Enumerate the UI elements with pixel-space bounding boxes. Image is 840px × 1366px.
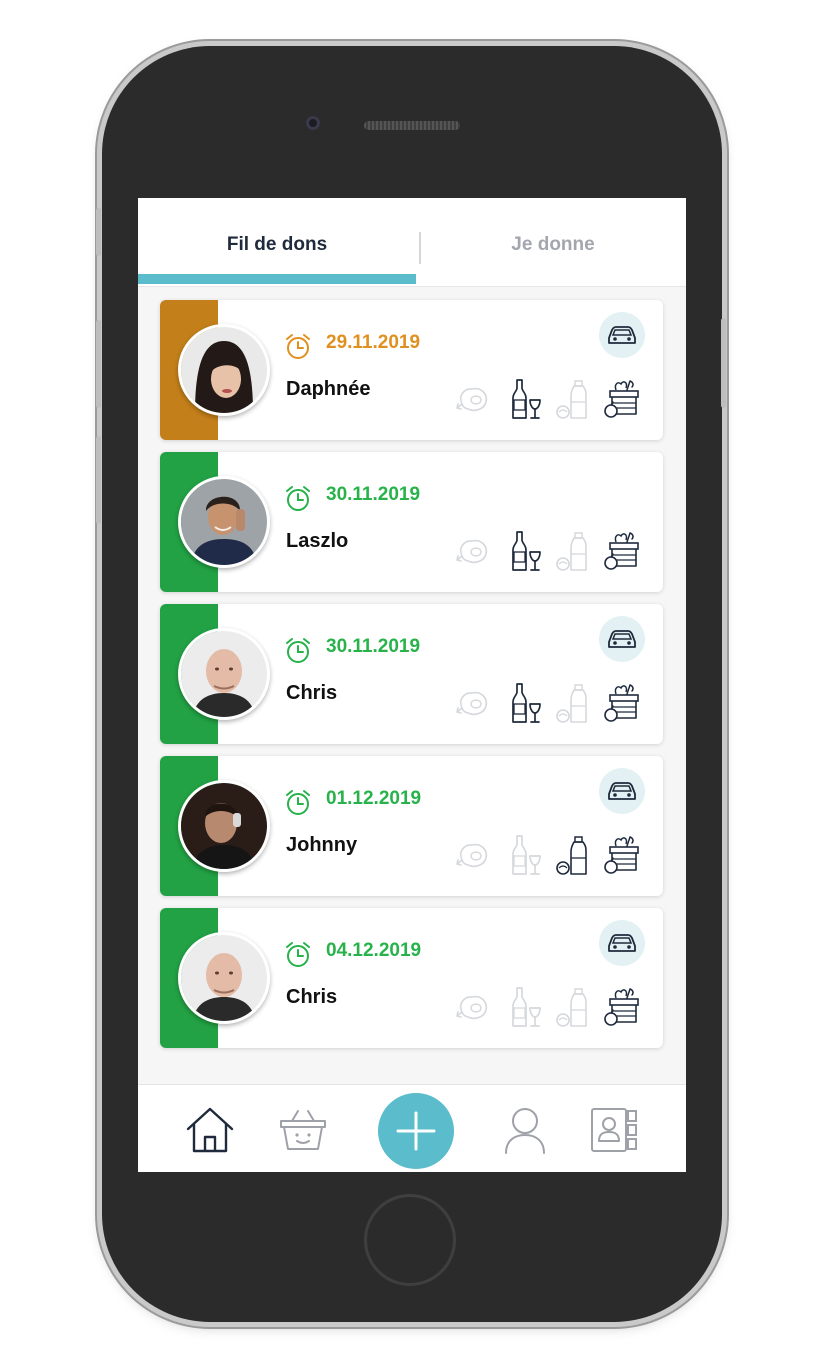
alarm-clock-icon bbox=[286, 486, 310, 511]
bottom-nav bbox=[138, 1084, 686, 1172]
donor-name: Johnny bbox=[286, 834, 358, 856]
produce-basket-icon bbox=[602, 378, 642, 420]
home-icon[interactable] bbox=[184, 1105, 236, 1155]
avatar bbox=[178, 780, 270, 872]
add-donation-button[interactable] bbox=[378, 1093, 454, 1169]
wine-icon bbox=[506, 682, 546, 724]
donation-card[interactable]: 30.11.2019 Laszlo bbox=[160, 452, 663, 592]
grocery-icon bbox=[554, 378, 594, 420]
donor-name: Chris bbox=[286, 986, 338, 1008]
grocery-icon bbox=[554, 986, 594, 1028]
alarm-clock-icon bbox=[286, 334, 310, 359]
pickup-date: 04.12.2019 bbox=[326, 940, 422, 961]
car-icon bbox=[608, 630, 636, 648]
user-icon[interactable] bbox=[502, 1105, 548, 1155]
alarm-clock-icon bbox=[286, 942, 310, 967]
meat-icon bbox=[454, 530, 494, 572]
app-screen: Fil de dons Je donne 29.11.2019 Daphnée … bbox=[138, 198, 686, 1172]
alarm-clock-icon bbox=[286, 638, 310, 663]
tab-fil-de-dons[interactable]: Fil de dons bbox=[138, 234, 416, 264]
transport-badge[interactable] bbox=[599, 616, 645, 662]
contacts-icon[interactable] bbox=[588, 1105, 640, 1155]
transport-badge[interactable] bbox=[599, 920, 645, 966]
meat-icon bbox=[454, 378, 494, 420]
avatar bbox=[178, 324, 270, 416]
grocery-icon bbox=[554, 530, 594, 572]
home-button bbox=[364, 1194, 456, 1286]
wine-icon bbox=[506, 834, 546, 876]
wine-icon bbox=[506, 378, 546, 420]
meat-icon bbox=[454, 834, 494, 876]
pickup-date: 30.11.2019 bbox=[326, 636, 421, 657]
produce-basket-icon bbox=[602, 682, 642, 724]
basket-icon[interactable] bbox=[278, 1107, 328, 1155]
grocery-icon bbox=[554, 682, 594, 724]
avatar bbox=[178, 932, 270, 1024]
tab-je-donne[interactable]: Je donne bbox=[420, 234, 686, 264]
volume-down-button bbox=[96, 436, 101, 524]
meat-icon bbox=[454, 682, 494, 724]
add-icon bbox=[396, 1111, 436, 1151]
produce-basket-icon bbox=[602, 530, 642, 572]
avatar bbox=[178, 628, 270, 720]
donation-card[interactable]: 30.11.2019 Chris bbox=[160, 604, 663, 744]
volume-up-button bbox=[96, 320, 101, 408]
donor-name: Laszlo bbox=[286, 530, 349, 552]
active-tab-indicator bbox=[138, 274, 416, 284]
alarm-clock-icon bbox=[286, 790, 310, 815]
donation-feed: 29.11.2019 Daphnée 30.11.2019 Laszlo 30.… bbox=[160, 300, 664, 1060]
donation-card[interactable]: 29.11.2019 Daphnée bbox=[160, 300, 663, 440]
produce-basket-icon bbox=[602, 834, 642, 876]
meat-icon bbox=[454, 986, 494, 1028]
donation-card[interactable]: 01.12.2019 Johnny bbox=[160, 756, 663, 896]
wine-icon bbox=[506, 530, 546, 572]
produce-basket-icon bbox=[602, 986, 642, 1028]
wine-icon bbox=[506, 986, 546, 1028]
donor-name: Daphnée bbox=[286, 378, 371, 400]
car-icon bbox=[608, 326, 636, 344]
pickup-date: 01.12.2019 bbox=[326, 788, 422, 809]
front-camera bbox=[306, 116, 320, 130]
mute-switch bbox=[96, 208, 101, 256]
car-icon bbox=[608, 782, 636, 800]
pickup-date: 30.11.2019 bbox=[326, 484, 421, 505]
donor-name: Chris bbox=[286, 682, 338, 704]
donation-card[interactable]: 04.12.2019 Chris bbox=[160, 908, 663, 1048]
transport-badge[interactable] bbox=[599, 768, 645, 814]
car-icon bbox=[608, 934, 636, 952]
transport-badge[interactable] bbox=[599, 312, 645, 358]
grocery-icon bbox=[554, 834, 594, 876]
avatar bbox=[178, 476, 270, 568]
power-button bbox=[721, 318, 726, 408]
pickup-date: 29.11.2019 bbox=[326, 332, 421, 353]
tab-bar: Fil de dons Je donne bbox=[138, 198, 686, 287]
earpiece-speaker bbox=[364, 121, 460, 130]
